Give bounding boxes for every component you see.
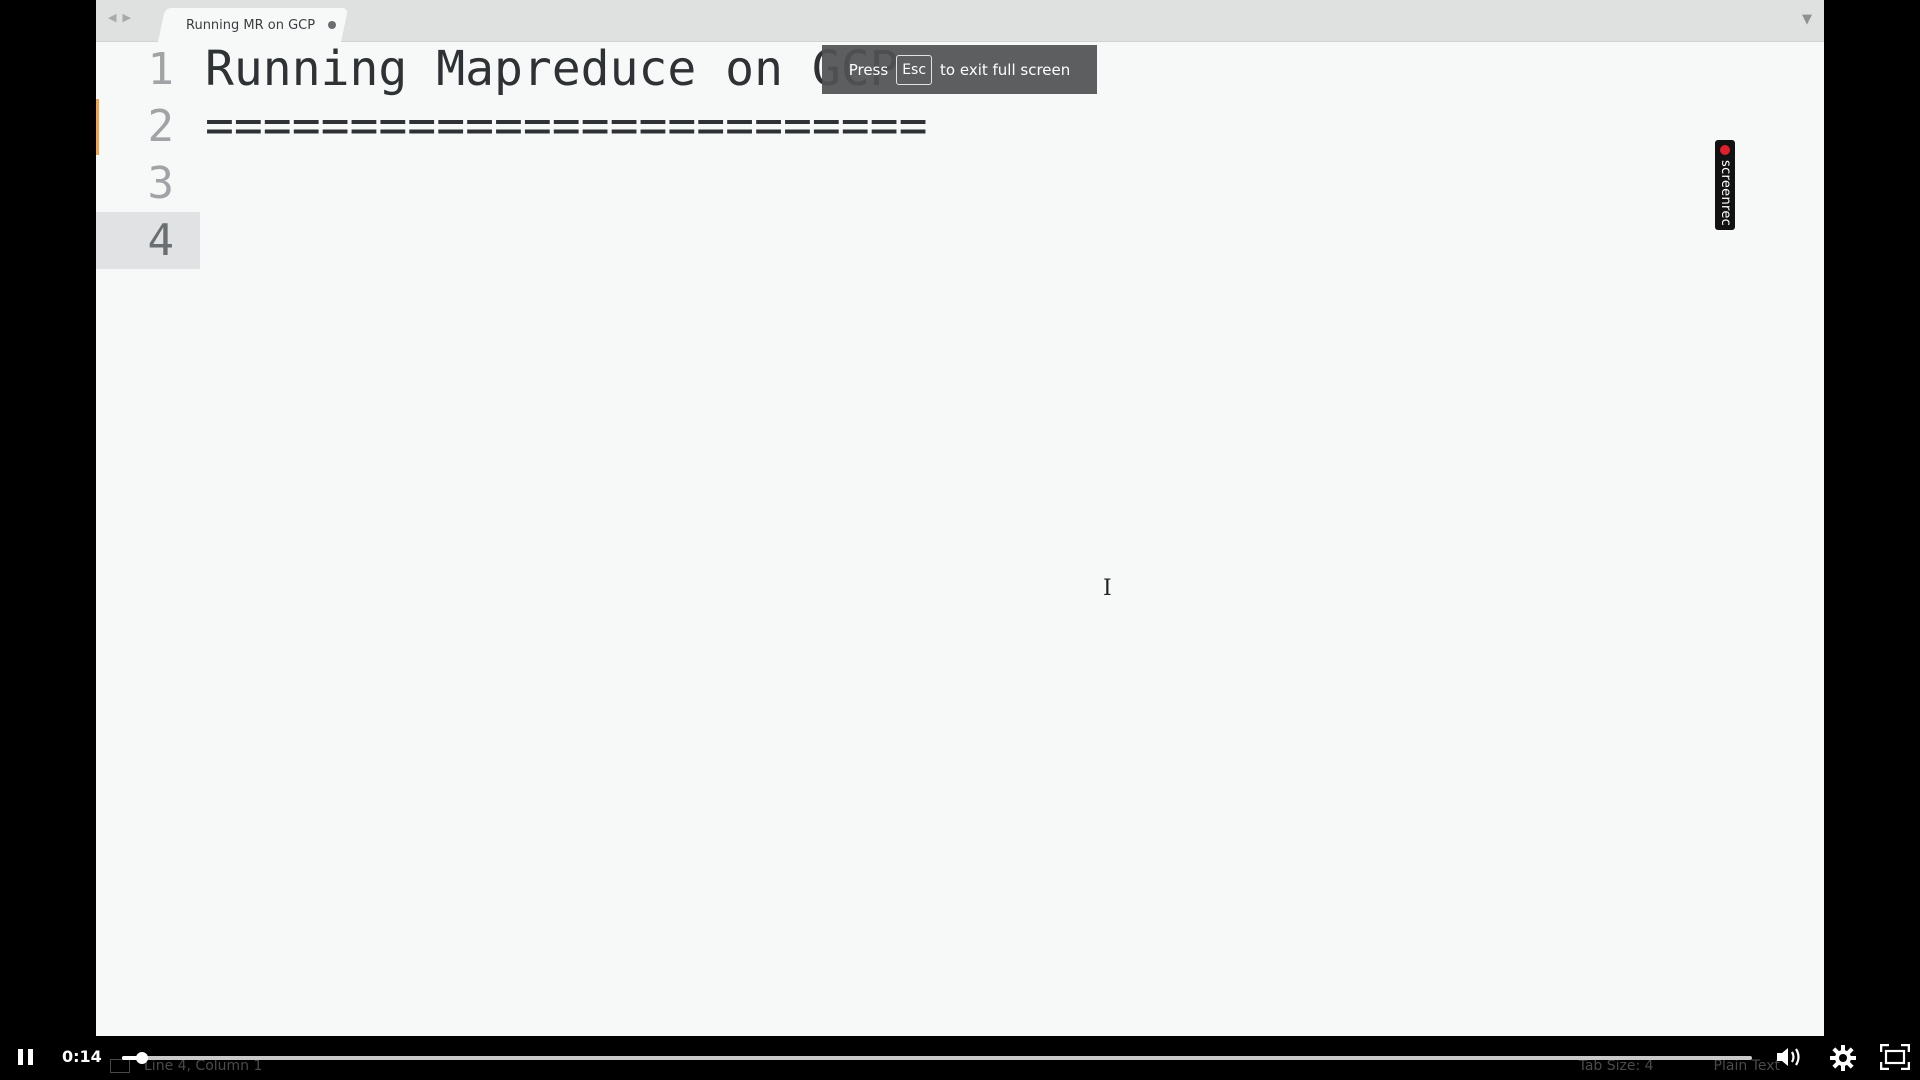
cursor-position: Line 4, Column 1 [144, 1058, 263, 1074]
tab-bar: ◀ ▶ Running MR on GCP ▼ [96, 0, 1824, 42]
pause-icon[interactable] [14, 1045, 36, 1069]
tab-nav-arrows[interactable]: ◀ ▶ [108, 11, 131, 24]
tab-prev-icon[interactable]: ◀ [108, 11, 116, 24]
fullscreen-exit-icon[interactable] [1880, 1044, 1910, 1070]
record-icon [1720, 145, 1730, 155]
fullscreen-notice: Press Esc to exit full screen [822, 45, 1097, 94]
tab-size: Tab Size: 4 [1578, 1058, 1654, 1074]
code-line[interactable]: ========================= [205, 98, 927, 155]
fullscreen-notice-suffix: to exit full screen [940, 60, 1071, 79]
gear-icon[interactable] [1829, 1044, 1857, 1072]
esc-key-label: Esc [896, 54, 933, 85]
tab-title: Running MR on GCP [186, 17, 316, 33]
screenrec-label: screenrec [1718, 160, 1733, 227]
panel-icon [110, 1059, 130, 1073]
line-number: 3 [147, 158, 175, 209]
code-line[interactable]: Running Mapreduce on GCP [205, 41, 899, 98]
status-bar-left: Line 4, Column 1 [110, 1058, 262, 1074]
fullscreen-notice-prefix: Press [848, 60, 889, 79]
status-bar-right: Tab Size: 4 Plain Text [1579, 1058, 1780, 1074]
line-number: 2 [147, 101, 175, 152]
video-controls: Line 4, Column 1 Tab Size: 4 Plain Text … [0, 1036, 1920, 1080]
editor-window: ◀ ▶ Running MR on GCP ▼ 1 2 3 4 Running … [96, 0, 1824, 1036]
unsaved-dot-icon[interactable] [328, 21, 336, 29]
line-number-active: 4 [96, 212, 200, 269]
line-number: 1 [147, 44, 175, 95]
screenrec-badge[interactable]: screenrec [1715, 140, 1735, 230]
line-number-gutter: 1 2 3 4 [96, 41, 200, 1036]
progress-bar[interactable] [122, 1052, 1752, 1064]
syntax-mode: Plain Text [1713, 1058, 1780, 1074]
tab-next-icon[interactable]: ▶ [122, 11, 130, 24]
chevron-down-icon[interactable]: ▼ [1802, 12, 1812, 27]
current-time: 0:14 [62, 1047, 102, 1066]
tab-running-mr[interactable]: Running MR on GCP [174, 8, 344, 42]
text-cursor-icon: I [1103, 576, 1112, 601]
volume-icon[interactable] [1775, 1044, 1803, 1070]
progress-thumb[interactable] [135, 1052, 148, 1064]
